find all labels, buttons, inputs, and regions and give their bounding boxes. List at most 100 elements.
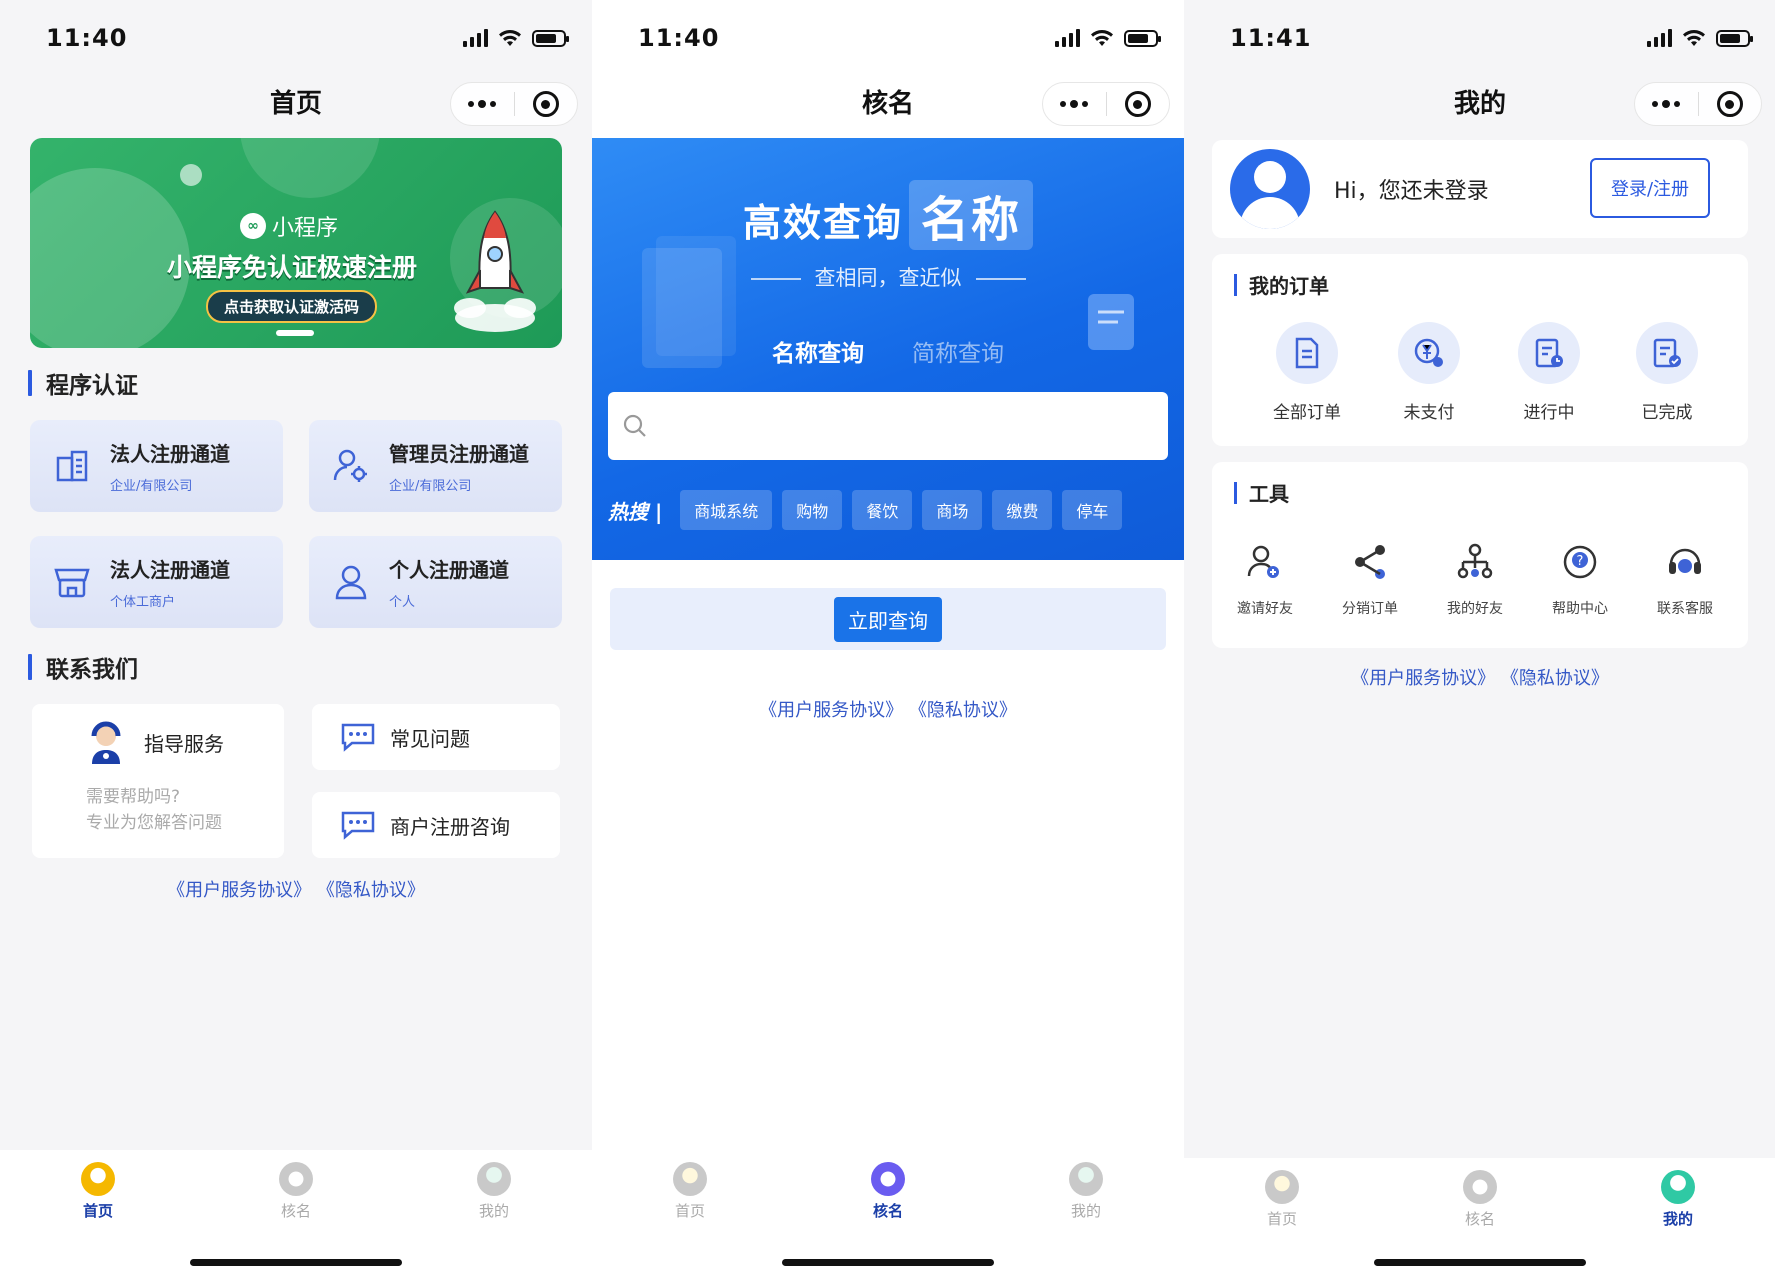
banner-headline: 小程序免认证极速注册 [167,253,418,282]
status-time: 11:41 [1230,24,1312,52]
profile-card: Hi，您还未登录 登录/注册 [1212,140,1748,238]
nav-bar: 我的 [1184,78,1775,130]
mini-program-capsule [450,82,578,126]
hot-tag[interactable]: 商场 [922,490,983,530]
auth-card-personal[interactable]: 个人注册通道 个人 [309,536,562,628]
tool-invite-friends[interactable]: 邀请好友 [1220,542,1310,618]
hot-tag[interactable]: 缴费 [992,490,1053,530]
status-bar: 11:40 [638,18,1161,58]
greeting-text: Hi，您还未登录 [1334,179,1489,204]
guide-service-card[interactable]: 指导服务 需要帮助吗? 专业为您解答问题 [32,704,284,858]
tab-label: 首页 [674,1202,705,1220]
search-icon [623,414,646,437]
order-item-all[interactable]: 全部订单 [1252,322,1362,423]
tool-my-friends[interactable]: 我的好友 [1430,542,1520,618]
auth-card-legal-individual[interactable]: 法人注册通道 个体工商户 [30,536,283,628]
tool-distribution-orders[interactable]: 分销订单 [1325,542,1415,618]
tool-contact-support[interactable]: 联系客服 [1640,542,1730,618]
card-sub: 个人 [389,595,416,610]
wifi-icon [1091,30,1113,46]
signal-icon [1647,29,1672,47]
tab-search[interactable]: 核名 [246,1162,346,1221]
user-agreement-link[interactable]: 《用户服务协议》 [167,880,311,901]
tool-label: 邀请好友 [1237,601,1293,617]
tab-mine[interactable]: 我的 [444,1162,544,1221]
card-title: 法人注册通道 [110,442,230,466]
hero-subtitle: 查相同，查近似 [592,262,1184,292]
order-item-in-progress[interactable]: 进行中 [1494,322,1604,423]
hot-tag[interactable]: 餐饮 [852,490,913,530]
hot-tag[interactable]: 停车 [1062,490,1123,530]
query-now-button[interactable]: 立即查询 [834,596,942,642]
close-target-icon[interactable] [515,91,578,117]
yen-coin-icon [1414,338,1443,367]
promo-banner[interactable]: ∞ 小程序 小程序免认证极速注册 点击获取认证激活码 [30,138,562,348]
order-item-completed[interactable]: 已完成 [1612,322,1722,423]
auth-card-admin[interactable]: 管理员注册通道 企业/有限公司 [309,420,562,512]
hot-tag[interactable]: 商城系统 [680,490,773,530]
search-tab-icon [279,1162,313,1196]
close-target-icon[interactable] [1699,91,1762,117]
my-orders-panel: 我的订单 全部订单 未支付 进行中 已完成 [1212,254,1748,446]
clock-document-icon [1535,338,1563,368]
rocket-icon [454,210,536,332]
tab-home[interactable]: 首页 [640,1162,740,1221]
hot-search-label: 热搜 | [608,499,663,524]
tab-search[interactable]: 核名 [838,1162,938,1221]
privacy-agreement-link[interactable]: 《隐私协议》 [317,880,425,901]
tab-short-name-search[interactable]: 简称查询 [912,334,1004,368]
faq-card[interactable]: 常见问题 [312,704,560,770]
search-input[interactable] [658,392,1168,460]
card-title: 管理员注册通道 [389,442,529,466]
more-icon[interactable] [1635,99,1698,108]
banner-cta-button[interactable]: 点击获取认证激活码 [206,290,378,323]
merchant-consult-card[interactable]: 商户注册咨询 [312,792,560,858]
tab-label: 核名 [1464,1210,1495,1228]
privacy-agreement-link[interactable]: 《隐私协议》 [1501,668,1609,689]
tab-name-search[interactable]: 名称查询 [772,334,864,368]
more-icon[interactable] [451,99,514,108]
privacy-agreement-link[interactable]: 《隐私协议》 [909,700,1017,721]
home-screen: 11:40 首页 ∞ 小程序 小程序免认证极速注册 点击获取认证激活码 程序认证… [0,0,592,1280]
tab-search[interactable]: 核名 [1430,1170,1530,1229]
tab-mine[interactable]: 我的 [1628,1170,1728,1229]
status-bar: 11:40 [46,18,569,58]
card-sub: 企业/有限公司 [110,479,193,494]
add-user-icon [1247,545,1279,578]
tab-mine[interactable]: 我的 [1036,1162,1136,1221]
tool-help-center[interactable]: ? 帮助中心 [1535,542,1625,618]
tab-label: 核名 [280,1202,311,1220]
order-item-unpaid[interactable]: 未支付 [1374,322,1484,423]
card-title: 法人注册通道 [110,558,230,582]
tab-home[interactable]: 首页 [1232,1170,1332,1229]
help-icon: ? [1563,545,1597,579]
avatar[interactable] [1230,149,1310,229]
login-register-button[interactable]: 登录/注册 [1590,158,1710,218]
more-icon[interactable] [1043,99,1106,108]
close-target-icon[interactable] [1107,91,1170,117]
wifi-icon [1683,30,1705,46]
share-icon [1355,545,1385,579]
search-tab-icon [871,1162,905,1196]
mini-program-capsule [1042,82,1170,126]
agreement-links: 《用户服务协议》 《隐私协议》 [0,876,592,902]
mine-tab-icon [1069,1162,1103,1196]
tool-label: 帮助中心 [1552,601,1608,617]
wifi-icon [499,30,521,46]
tab-label: 首页 [1266,1210,1297,1228]
headset-icon [1669,548,1701,574]
hot-tag[interactable]: 购物 [782,490,843,530]
home-indicator [782,1259,994,1266]
battery-icon [532,29,569,47]
mine-tab-icon [1661,1170,1695,1204]
search-box[interactable] [608,392,1168,460]
user-agreement-link[interactable]: 《用户服务协议》 [1351,668,1495,689]
user-agreement-link[interactable]: 《用户服务协议》 [759,700,903,721]
hero-title: 高效查询 名称 [592,180,1184,250]
guide-line2: 专业为您解答问题 [86,813,222,833]
mini-program-capsule [1634,82,1762,126]
auth-card-legal-enterprise[interactable]: 法人注册通道企业/有限公司 [30,420,283,512]
tab-home[interactable]: 首页 [48,1162,148,1221]
card-title: 个人注册通道 [389,558,509,582]
chat-bubble-icon [341,811,375,840]
